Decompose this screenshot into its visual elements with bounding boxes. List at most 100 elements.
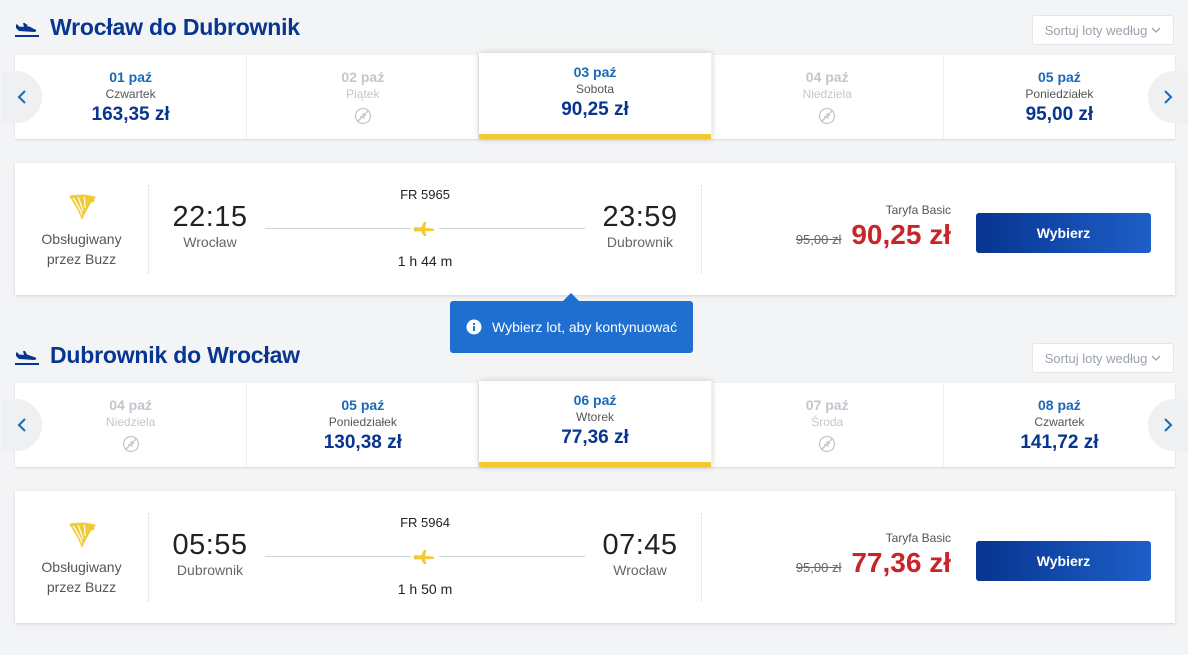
date-label: 05 paź (1038, 69, 1081, 85)
outbound-title: Wrocław do Dubrownik (50, 14, 300, 40)
date-label: 07 paź (805, 397, 849, 413)
plane-icon (411, 547, 439, 565)
date-price: 90,25 zł (561, 99, 629, 120)
date-cell[interactable]: 05 paź Poniedziałek 130,38 zł (247, 383, 480, 467)
date-price: 95,00 zł (1025, 104, 1094, 125)
date-cell[interactable]: 01 paź Czwartek 163,35 zł (15, 55, 248, 139)
arrival-city: Dubrownik (606, 234, 674, 250)
inbound-sort-dropdown[interactable]: Sortuj loty według (1032, 343, 1174, 373)
date-label: 04 paź (109, 397, 152, 413)
info-icon (466, 319, 482, 335)
plane-landing-icon (15, 350, 39, 365)
flight-number: FR 5964 (400, 515, 450, 530)
chevron-right-icon (1164, 90, 1173, 104)
day-label: Czwartek (1034, 415, 1085, 429)
plane-icon (411, 219, 439, 237)
departure: 22:15 Wrocław (165, 201, 255, 250)
fare-name: Taryfa Basic (885, 203, 951, 217)
flight-duration: 1 h 44 m (397, 253, 453, 269)
date-cell-selected[interactable]: 06 paź Wtorek 77,36 zł (479, 381, 712, 467)
operator-label: Obsługiwany przez Buzz (41, 559, 122, 595)
harp-logo-icon (68, 522, 96, 548)
inbound-date-strip: 04 paź Niedziela 05 paź Poniedziałek 130… (15, 381, 1175, 467)
flight-duration: 1 h 50 m (397, 581, 453, 597)
sort-label: Sortuj loty według (1044, 22, 1148, 38)
day-label: Czwartek (105, 87, 156, 101)
departure-city: Wrocław (183, 234, 237, 250)
operator: Obsługiwany przez Buzz (15, 163, 148, 295)
no-flight-icon (819, 435, 836, 453)
price-row: 95,00 zł 77,36 zł (775, 547, 975, 579)
day-label: Sobota (575, 82, 615, 96)
outbound-flight-card: Obsługiwany przez Buzz 22:15 Wrocław FR … (15, 163, 1175, 295)
day-label: Piątek (346, 87, 380, 101)
fare: Taryfa Basic 95,00 zł 90,25 zł (775, 203, 975, 251)
day-label: Poniedziałek (328, 415, 397, 429)
inbound-flight-card: Obsługiwany przez Buzz 05:55 Dubrownik F… (15, 491, 1175, 623)
divider (701, 185, 702, 273)
flight-number: FR 5965 (400, 187, 450, 202)
plane-takeoff-icon (15, 22, 39, 37)
date-cell-selected[interactable]: 03 paź Sobota 90,25 zł (479, 53, 712, 139)
current-price: 90,25 zł (851, 219, 951, 250)
sort-label: Sortuj loty według (1044, 350, 1148, 366)
date-cell: 04 paź Niedziela (15, 383, 248, 467)
departure-time: 22:15 (172, 201, 248, 233)
day-label: Niedziela (802, 87, 852, 101)
select-flight-tooltip: Wybierz lot, aby kontynuować (450, 293, 693, 353)
date-label: 02 paź (341, 69, 385, 85)
operator: Obsługiwany przez Buzz (15, 491, 148, 623)
chevron-down-icon (1151, 355, 1161, 361)
date-price: 163,35 zł (91, 104, 170, 125)
select-flight-button[interactable]: Wybierz (976, 541, 1151, 581)
outbound-date-strip: 01 paź Czwartek 163,35 zł 02 paź Piątek … (15, 53, 1175, 139)
outbound-header: Wrocław do Dubrownik (14, 14, 300, 41)
arrival-city: Wrocław (613, 562, 667, 578)
no-flight-icon (354, 107, 371, 125)
date-label: 03 paź (573, 64, 617, 80)
date-price: 130,38 zł (323, 432, 402, 453)
fare-name: Taryfa Basic (885, 531, 951, 545)
divider (701, 513, 702, 601)
day-label: Wtorek (576, 410, 615, 424)
chevron-down-icon (1151, 27, 1161, 33)
date-price: 77,36 zł (561, 427, 629, 448)
inbound-header: Dubrownik do Wrocław (14, 342, 300, 369)
day-label: Środa (811, 415, 844, 429)
select-flight-button[interactable]: Wybierz (976, 213, 1151, 253)
outbound-sort-dropdown[interactable]: Sortuj loty według (1032, 15, 1174, 45)
departure: 05:55 Dubrownik (165, 529, 255, 578)
divider (148, 513, 149, 601)
price-row: 95,00 zł 90,25 zł (775, 219, 975, 251)
old-price: 95,00 zł (795, 232, 842, 247)
date-cell: 07 paź Środa (712, 383, 944, 467)
chevron-left-icon (17, 418, 26, 432)
no-flight-icon (819, 107, 836, 125)
date-label: 06 paź (573, 392, 617, 408)
operator-label: Obsługiwany przez Buzz (41, 231, 122, 267)
arrival-time: 07:45 (602, 529, 678, 561)
date-label: 05 paź (341, 397, 385, 413)
arrival-time: 23:59 (602, 201, 678, 233)
fare: Taryfa Basic 95,00 zł 77,36 zł (775, 531, 975, 579)
date-label: 04 paź (805, 69, 849, 85)
day-label: Niedziela (105, 415, 156, 429)
old-price: 95,00 zł (795, 560, 842, 575)
inbound-title: Dubrownik do Wrocław (50, 342, 300, 368)
chevron-right-icon (1164, 418, 1173, 432)
departure-time: 05:55 (172, 529, 248, 561)
harp-logo-icon (68, 194, 96, 220)
arrival: 07:45 Wrocław (595, 529, 685, 578)
chevron-left-icon (17, 90, 26, 104)
tooltip-text: Wybierz lot, aby kontynuować (492, 319, 678, 335)
date-cell[interactable]: 08 paź Czwartek 141,72 zł (944, 383, 1175, 467)
current-price: 77,36 zł (851, 547, 951, 578)
date-cell: 04 paź Niedziela (712, 55, 944, 139)
date-price: 141,72 zł (1020, 432, 1099, 453)
date-label: 01 paź (109, 69, 152, 85)
date-cell[interactable]: 05 paź Poniedziałek 95,00 zł (944, 55, 1175, 139)
date-cell: 02 paź Piątek (247, 55, 480, 139)
day-label: Poniedziałek (1025, 87, 1094, 101)
arrival: 23:59 Dubrownik (595, 201, 685, 250)
departure-city: Dubrownik (176, 562, 244, 578)
